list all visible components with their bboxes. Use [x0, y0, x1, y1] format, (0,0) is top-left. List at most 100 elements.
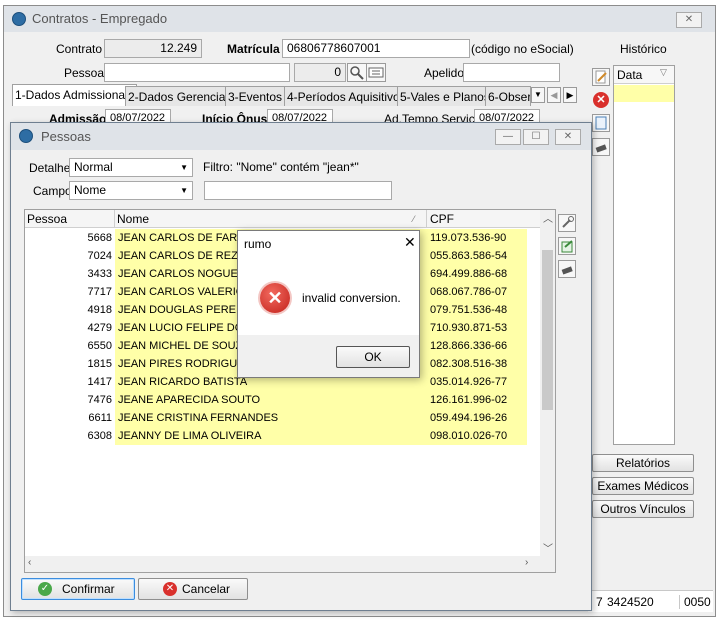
bottom-value-2: 3424520 — [607, 595, 654, 609]
exames-medicos-button[interactable]: Exames Médicos — [592, 477, 694, 495]
maximize-icon[interactable]: ☐ — [523, 129, 549, 145]
column-header-pessoa[interactable]: Pessoa — [27, 210, 115, 228]
vertical-scrollbar[interactable]: ︿ ﹀ — [540, 210, 555, 556]
button-label: Outros Vínculos — [600, 502, 686, 516]
filter-input[interactable] — [204, 181, 392, 200]
cell-pessoa: 7024 — [87, 250, 112, 262]
dialog-title: rumo — [244, 237, 272, 251]
search-icon[interactable] — [347, 63, 367, 82]
tab-periodos-aquisitivos[interactable]: 4-Períodos Aquisitivos — [284, 86, 409, 106]
scroll-down-icon[interactable]: ﹀ — [543, 540, 553, 555]
campo-value: Nome — [74, 183, 107, 197]
bottom-value-1: 7 — [596, 595, 603, 609]
contratos-title: Contratos - Empregado — [32, 11, 168, 26]
cell-nome: JEANNY DE LIMA OLIVEIRA — [115, 427, 427, 445]
tab-dados-gerenciais[interactable]: 2-Dados Gerenciais — [125, 86, 238, 106]
scroll-left-icon[interactable]: ‹ — [28, 557, 31, 568]
outros-vinculos-button[interactable]: Outros Vínculos — [592, 500, 694, 518]
export-icon[interactable] — [558, 237, 576, 255]
cell-pessoa: 6550 — [87, 340, 112, 352]
error-icon: ✕ — [260, 283, 290, 313]
pessoa-code-field[interactable]: 0 — [294, 63, 346, 82]
cell-pessoa: 1815 — [87, 358, 112, 370]
delete-icon[interactable]: ✕ — [593, 92, 609, 108]
tab-label: 4-Períodos Aquisitivos — [287, 90, 406, 104]
apelido-field[interactable] — [463, 63, 560, 82]
close-icon[interactable]: ✕ — [676, 12, 702, 28]
wrench-icon[interactable] — [558, 214, 576, 232]
scroll-thumb[interactable] — [542, 250, 553, 410]
cell-pessoa: 5668 — [87, 232, 112, 244]
tab-label: 5-Vales e Planos — [400, 90, 490, 104]
confirmar-button[interactable]: ✓ Confirmar — [21, 578, 135, 600]
column-header-cpf[interactable]: CPF — [430, 210, 454, 228]
cell-cpf: 710.930.871-53 — [427, 319, 527, 337]
historico-list[interactable]: Data ▽ — [613, 65, 675, 445]
column-header-nome[interactable]: Nome — [117, 210, 427, 228]
pessoas-titlebar: Pessoas — ☐ ✕ — [11, 123, 591, 150]
close-icon[interactable]: ✕ — [404, 234, 416, 251]
grid-header: Pessoa Nome ⁄ CPF — [25, 210, 540, 228]
app-logo-icon — [12, 12, 26, 26]
relatorios-button[interactable]: Relatórios — [592, 454, 694, 472]
cell-pessoa: 7476 — [87, 394, 112, 406]
cell-nome: JEANE APARECIDA SOUTO — [115, 391, 427, 409]
document-icon[interactable] — [592, 114, 610, 132]
pessoas-title: Pessoas — [41, 129, 91, 144]
ok-button[interactable]: OK — [336, 346, 410, 368]
tab-label: 3-Eventos — [228, 90, 283, 104]
pessoa-name-field[interactable] — [104, 63, 290, 82]
historico-selected-row[interactable] — [614, 85, 674, 102]
pessoa-label: Pessoa — [64, 66, 105, 80]
dialog-message: invalid conversion. — [302, 291, 401, 305]
minimize-icon[interactable]: — — [495, 129, 521, 145]
cell-cpf: 128.866.336-66 — [427, 337, 527, 355]
matricula-value: 06806778607001 — [287, 41, 381, 55]
tab-prev-icon[interactable]: ◀ — [547, 87, 561, 103]
tab-dados-admissionais[interactable]: 1-Dados Admissionais — [12, 84, 137, 106]
historico-label: Histórico — [620, 42, 667, 56]
tab-dropdown-icon[interactable]: ▼ — [531, 87, 545, 103]
scroll-up-icon[interactable]: ︿ — [543, 210, 553, 225]
detalhe-select[interactable]: Normal ▼ — [69, 158, 193, 177]
contrato-label: Contrato — [56, 42, 103, 56]
table-row[interactable]: 6611 JEANE CRISTINA FERNANDES 059.494.196-… — [25, 409, 540, 427]
scroll-right-icon[interactable]: › — [525, 557, 528, 568]
matricula-label: Matrícula — [227, 42, 280, 56]
campo-select[interactable]: Nome ▼ — [69, 181, 193, 200]
contratos-titlebar: Contratos - Empregado ✕ — [4, 6, 715, 32]
close-icon[interactable]: ✕ — [555, 129, 581, 145]
cell-pessoa: 4279 — [87, 322, 112, 334]
campo-label: Campo — [33, 184, 72, 198]
cell-cpf: 119.073.536-90 — [427, 229, 527, 247]
tab-label: 6-Observ — [488, 90, 531, 104]
cancelar-button[interactable]: ✕ Cancelar — [138, 578, 248, 600]
cell-cpf: 059.494.196-26 — [427, 409, 527, 427]
bottom-grid-strip: 7 3424520 0050 — [588, 590, 713, 612]
tab-label: 2-Dados Gerenciais — [128, 90, 235, 104]
matricula-field[interactable]: 06806778607001 — [282, 39, 470, 58]
cell-cpf: 035.014.926-77 — [427, 373, 527, 391]
historico-header[interactable]: Data ▽ — [614, 66, 674, 84]
tab-vales-planos[interactable]: 5-Vales e Planos — [397, 86, 493, 106]
eraser-icon[interactable] — [558, 260, 576, 278]
tab-eventos[interactable]: 3-Eventos — [225, 86, 286, 106]
horizontal-scrollbar[interactable]: ‹ › — [25, 556, 555, 572]
data-column-header: Data — [617, 68, 643, 82]
contrato-field[interactable]: 12.249 — [104, 39, 202, 58]
edit-icon[interactable] — [592, 68, 610, 86]
tab-next-icon[interactable]: ▶ — [563, 87, 577, 103]
tab-observacoes[interactable]: 6-Observ — [485, 86, 531, 106]
cell-cpf: 079.751.536-48 — [427, 301, 527, 319]
matricula-hint: (código no eSocial) — [471, 42, 574, 56]
card-icon[interactable] — [366, 63, 386, 82]
error-dialog: rumo ✕ ✕ invalid conversion. OK — [237, 230, 420, 378]
table-row[interactable]: 6308 JEANNY DE LIMA OLIVEIRA 098.010.026-7… — [25, 427, 540, 445]
button-label: Relatórios — [615, 456, 671, 470]
cell-cpf: 694.499.886-68 — [427, 265, 527, 283]
cell-cpf: 098.010.026-70 — [427, 427, 527, 445]
table-row[interactable]: 7476 JEANE APARECIDA SOUTO 126.161.996-02 — [25, 391, 540, 409]
eraser-icon[interactable] — [592, 138, 610, 156]
cell-cpf: 055.863.586-54 — [427, 247, 527, 265]
button-label: Cancelar — [182, 582, 231, 596]
